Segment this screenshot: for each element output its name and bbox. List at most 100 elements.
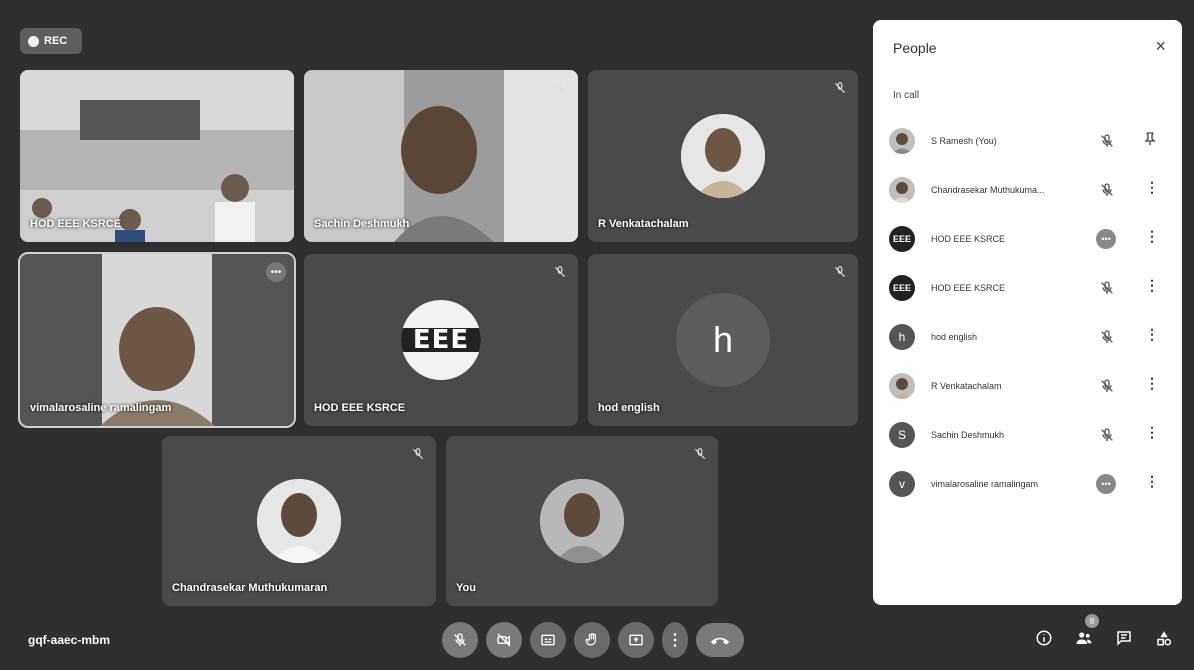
captions-button[interactable] (530, 622, 566, 658)
more-options-icon[interactable]: ⋮ (1145, 277, 1159, 294)
more-options-icon[interactable]: ⋮ (1145, 375, 1159, 392)
camera-toggle-button[interactable] (486, 622, 522, 658)
people-icon (1076, 632, 1092, 644)
mic-off-icon (1099, 329, 1115, 345)
mic-off-icon (552, 264, 568, 280)
participant-tile[interactable]: HOD EEE KSRCE (20, 70, 294, 242)
participant-tile[interactable]: Chandrasekar Muthukumaran (162, 436, 436, 606)
more-options-icon[interactable]: ⋮ (1145, 326, 1159, 343)
avatar: v (889, 470, 915, 497)
more-options-icon[interactable]: ••• (266, 262, 286, 282)
participant-name: vimalarosaline ramalingam (30, 402, 172, 414)
participant-name: S Ramesh (You) (931, 135, 997, 146)
info-icon (1036, 630, 1052, 646)
present-icon (629, 634, 643, 646)
close-icon[interactable]: × (1155, 36, 1166, 57)
profile-photo (257, 479, 341, 563)
list-item[interactable]: S Ramesh (You) (889, 116, 1174, 165)
participant-name: Chandrasekar Muthukuma... (931, 184, 1045, 195)
hand-icon (585, 633, 596, 646)
mic-toggle-button[interactable] (442, 622, 478, 658)
chat-button[interactable] (1110, 624, 1138, 652)
speaking-indicator-icon: ••• (1096, 474, 1116, 494)
list-item[interactable]: R Venkatachalam ⋮ (889, 361, 1174, 410)
people-button[interactable] (1070, 624, 1098, 652)
avatar (889, 372, 915, 399)
participant-count-badge: 8 (1085, 614, 1099, 628)
list-item[interactable]: EEE HOD EEE KSRCE ••• ⋮ (889, 214, 1174, 263)
participant-name: hod english (931, 331, 978, 342)
recording-label: REC (44, 35, 68, 47)
avatar: EEE (889, 225, 915, 252)
mic-off-icon (454, 633, 466, 646)
classroom-video (20, 70, 294, 242)
participant-name: R Venkatachalam (598, 218, 689, 230)
in-call-section-label: In call (893, 90, 920, 101)
meeting-stage: REC HOD EEE KSRCE Sachin Deshmukh R Venk… (0, 0, 1194, 670)
leave-call-button[interactable] (696, 623, 744, 657)
participant-name: HOD EEE KSRCE (931, 233, 1006, 244)
mic-off-icon (832, 80, 848, 96)
meeting-code: gqf-aaec-mbm (28, 633, 111, 647)
chat-icon (1117, 631, 1131, 646)
meeting-details-button[interactable] (1030, 624, 1058, 652)
mic-off-icon (410, 446, 426, 462)
list-item[interactable]: h hod english ⋮ (889, 312, 1174, 361)
participant-name: R Venkatachalam (931, 380, 1002, 391)
mic-off-icon (832, 264, 848, 280)
more-options-button[interactable]: ⋮ (662, 622, 688, 658)
avatar (889, 127, 915, 154)
present-screen-button[interactable] (618, 622, 654, 658)
avatar: h (889, 323, 915, 350)
call-controls: ⋮ (442, 622, 744, 658)
participant-name: You (456, 582, 476, 594)
mic-off-icon (1099, 182, 1115, 198)
more-options-icon[interactable]: ⋮ (1145, 424, 1159, 441)
list-item[interactable]: S Sachin Deshmukh ⋮ (889, 410, 1174, 459)
participant-video (20, 254, 294, 426)
participant-name: Chandrasekar Muthukumaran (172, 582, 328, 594)
participant-video (304, 70, 578, 242)
participant-tile[interactable]: EEE HOD EEE KSRCE (304, 254, 578, 426)
participant-tile[interactable]: h hod english (588, 254, 858, 426)
participant-name: HOD EEE KSRCE (931, 282, 1006, 293)
participant-tile[interactable]: R Venkatachalam (588, 70, 858, 242)
participant-name: vimalarosaline ramalingam (931, 478, 1039, 489)
record-dot-icon (28, 35, 39, 47)
letter-avatar: h (676, 293, 770, 387)
raise-hand-button[interactable] (574, 622, 610, 658)
activities-button[interactable] (1150, 624, 1178, 652)
participant-name: hod english (598, 402, 660, 414)
profile-photo (540, 479, 624, 563)
mic-off-icon (1099, 427, 1115, 443)
recording-indicator: REC (20, 28, 82, 54)
mic-off-icon (692, 446, 708, 462)
pin-icon[interactable] (1142, 131, 1158, 147)
more-options-icon[interactable]: ⋮ (1145, 179, 1159, 196)
mic-off-icon (552, 80, 568, 96)
participant-tile-self[interactable]: You (446, 436, 718, 606)
participant-tile[interactable]: Sachin Deshmukh (304, 70, 578, 242)
participant-name: Sachin Deshmukh (314, 218, 410, 230)
participant-tile-speaking[interactable]: ••• vimalarosaline ramalingam (18, 252, 296, 428)
participant-name: Sachin Deshmukh (931, 429, 1005, 440)
mic-off-icon (1099, 378, 1115, 394)
speaking-indicator-icon: ••• (1096, 229, 1116, 249)
participant-name: HOD EEE KSRCE (314, 402, 406, 414)
profile-photo (681, 114, 765, 198)
avatar: EEE (889, 274, 915, 301)
list-item[interactable]: EEE HOD EEE KSRCE ⋮ (889, 263, 1174, 312)
more-options-icon[interactable]: ⋮ (1145, 228, 1159, 245)
participant-list: S Ramesh (You) Chandrasekar Muthukuma...… (889, 116, 1174, 508)
more-options-icon[interactable]: ⋮ (1145, 473, 1159, 490)
eee-logo: EEE (401, 300, 481, 380)
avatar (889, 176, 915, 203)
list-item[interactable]: Chandrasekar Muthukuma... ⋮ (889, 165, 1174, 214)
list-item[interactable]: v vimalarosaline ramalingam ••• ⋮ (889, 459, 1174, 508)
avatar: S (889, 421, 915, 448)
phone-hangup-icon (710, 637, 730, 645)
panel-title: People (893, 40, 937, 56)
activities-icon (1157, 631, 1172, 646)
mic-off-icon (1099, 133, 1115, 149)
captions-icon (541, 634, 555, 646)
